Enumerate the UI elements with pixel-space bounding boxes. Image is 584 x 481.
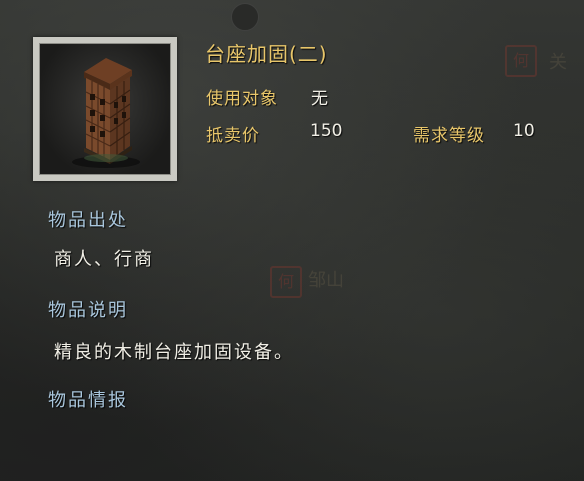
sell-price-label: 抵卖价	[206, 126, 260, 146]
item-name: 台座加固(二)	[205, 42, 328, 66]
map-seal-mid: 何	[270, 266, 302, 298]
required-level-value: 10	[513, 121, 535, 141]
description-text: 精良的木制台座加固设备。	[54, 342, 294, 363]
use-target-label: 使用对象	[206, 89, 278, 109]
origin-heading: 物品出处	[48, 210, 128, 231]
item-icon-frame	[33, 37, 177, 181]
intel-heading: 物品情报	[48, 390, 128, 411]
origin-text: 商人、行商	[54, 249, 154, 270]
use-target-value: 无	[311, 89, 328, 109]
wooden-siege-tower-icon	[39, 43, 171, 175]
map-seal-top: 何	[505, 45, 537, 77]
map-place-top: 关	[549, 52, 567, 73]
map-marker-icon	[231, 3, 259, 31]
item-tooltip-panel: 何 关 何 邹山 台座加固(二) 使用对象 无 抵卖价 150 需求等级 10 …	[0, 0, 584, 481]
map-place-mid: 邹山	[308, 270, 344, 291]
sell-price-value: 150	[310, 121, 343, 141]
description-heading: 物品说明	[48, 300, 128, 321]
required-level-label: 需求等级	[413, 126, 485, 146]
